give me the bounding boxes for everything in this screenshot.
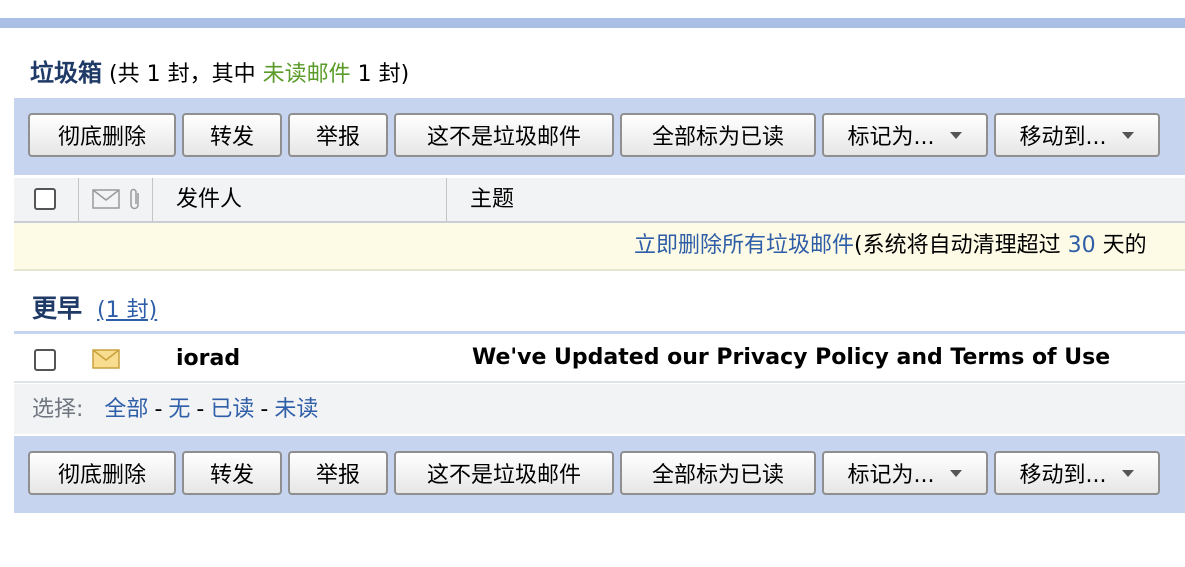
forward-button[interactable]: 转发	[182, 113, 282, 157]
move-to-dropdown[interactable]: 移动到...	[994, 451, 1160, 495]
column-divider	[446, 178, 447, 221]
mark-all-read-button[interactable]: 全部标为已读	[620, 451, 816, 495]
notice-suffix: 天的	[1102, 233, 1147, 258]
report-button[interactable]: 举报	[288, 113, 388, 157]
group-divider	[14, 331, 1185, 334]
folder-title: 垃圾箱 (共 1 封，其中 未读邮件 1 封)	[30, 56, 409, 90]
attachment-icon[interactable]	[128, 187, 142, 211]
delete-permanently-button[interactable]: 彻底删除	[28, 113, 176, 157]
delete-permanently-button[interactable]: 彻底删除	[28, 451, 176, 495]
mark-as-dropdown[interactable]: 标记为...	[822, 451, 988, 495]
select-unread-link[interactable]: 未读	[274, 397, 318, 422]
separator: -	[154, 397, 163, 422]
select-all-checkbox[interactable]	[34, 188, 56, 210]
notice-days: 30	[1067, 233, 1096, 258]
group-name: 更早	[32, 294, 83, 323]
selection-links: 选择: 全部 - 无 - 已读 - 未读	[32, 384, 318, 434]
group-header: 更早 (1 封)	[32, 292, 157, 326]
envelope-icon	[92, 349, 120, 369]
select-all-link[interactable]: 全部	[104, 397, 148, 422]
sender-column-header[interactable]: 发件人	[176, 178, 242, 221]
notice-text: 立即删除所有垃圾邮件(系统将自动清理超过 30 天的	[634, 223, 1147, 269]
table-row[interactable]: iorad We've Updated our Privacy Policy a…	[14, 335, 1185, 383]
notice-prefix: (系统将自动清理超过	[854, 233, 1061, 258]
spam-cleanup-notice: 立即删除所有垃圾邮件(系统将自动清理超过 30 天的	[14, 223, 1185, 271]
mark-as-dropdown[interactable]: 标记为...	[822, 113, 988, 157]
mark-all-read-button[interactable]: 全部标为已读	[620, 113, 816, 157]
row-checkbox[interactable]	[34, 349, 56, 371]
unread-mail-link[interactable]: 未读邮件	[263, 62, 351, 87]
chevron-down-icon	[950, 131, 963, 139]
move-to-dropdown[interactable]: 移动到...	[994, 113, 1160, 157]
select-label: 选择:	[32, 397, 84, 422]
toolbar-top: 彻底删除 转发 举报 这不是垃圾邮件 全部标为已读 标记为... 移动到...	[14, 98, 1185, 175]
report-button[interactable]: 举报	[288, 451, 388, 495]
column-divider	[78, 178, 79, 221]
row-sender[interactable]: iorad	[176, 335, 240, 383]
column-header: 发件人 主题	[14, 178, 1185, 223]
select-read-link[interactable]: 已读	[210, 397, 254, 422]
delete-all-spam-link[interactable]: 立即删除所有垃圾邮件	[634, 233, 854, 258]
forward-button[interactable]: 转发	[182, 451, 282, 495]
column-divider	[152, 178, 153, 221]
folder-name: 垃圾箱	[30, 59, 102, 87]
chevron-down-icon	[950, 469, 963, 477]
row-subject[interactable]: We've Updated our Privacy Policy and Ter…	[472, 335, 1110, 381]
not-spam-button[interactable]: 这不是垃圾邮件	[394, 451, 614, 495]
separator: -	[260, 397, 269, 422]
subject-column-header[interactable]: 主题	[470, 178, 514, 221]
toolbar-bottom: 彻底删除 转发 举报 这不是垃圾邮件 全部标为已读 标记为... 移动到...	[14, 436, 1185, 513]
select-none-link[interactable]: 无	[168, 397, 190, 422]
not-spam-button[interactable]: 这不是垃圾邮件	[394, 113, 614, 157]
folder-count-open: (共 1 封，其中	[109, 62, 256, 87]
selection-bar: 选择: 全部 - 无 - 已读 - 未读	[14, 384, 1185, 434]
group-count-link[interactable]: (1 封)	[97, 298, 157, 323]
separator: -	[196, 397, 205, 422]
envelope-icon[interactable]	[92, 189, 120, 209]
chevron-down-icon	[1122, 131, 1135, 139]
chevron-down-icon	[1122, 469, 1135, 477]
folder-count-close: 1 封)	[357, 62, 410, 87]
